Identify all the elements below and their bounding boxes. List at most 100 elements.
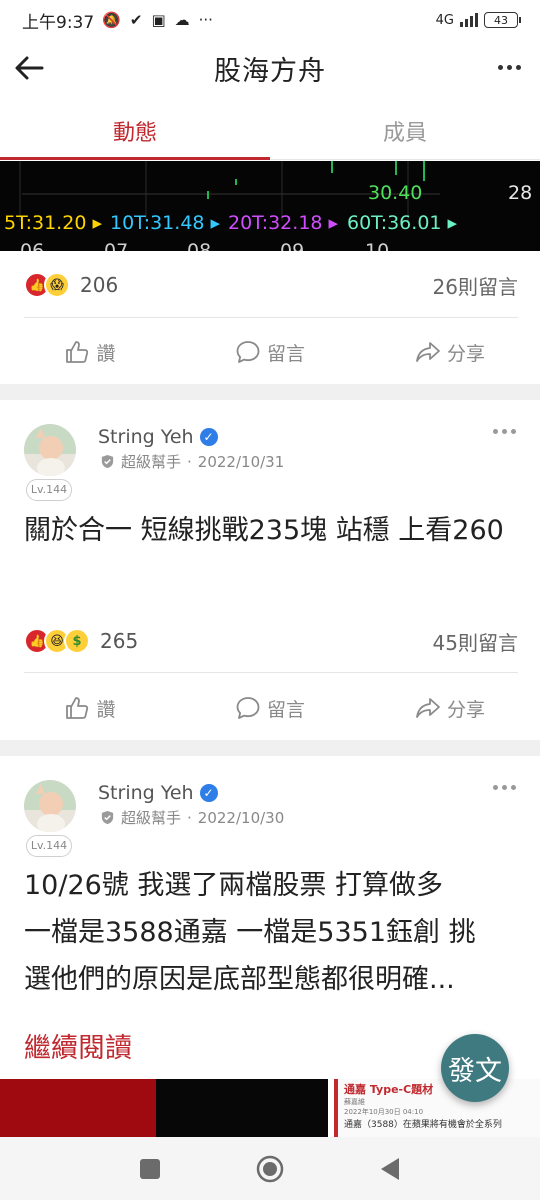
read-more-link[interactable]: 繼續閱讀 (24, 1026, 132, 1065)
author-role: 超級幫手 (121, 453, 182, 471)
post-image-thumbnail[interactable] (0, 1079, 156, 1137)
shocked-reaction-icon: 😱 (44, 272, 70, 298)
post-meta: 超級幫手 · 2022/10/30 (100, 807, 284, 828)
post-separator (0, 740, 540, 756)
author-name-row[interactable]: String Yeh ✓ (98, 782, 218, 804)
network-type: 4G (435, 12, 454, 28)
comment-button[interactable]: 留言 (180, 327, 360, 377)
moving-average-label: 20T:32.18 ▸ (228, 212, 339, 234)
post-date: 2022/10/30 (197, 808, 285, 827)
like-label: 讚 (96, 342, 116, 365)
page-title: 股海方舟 (214, 55, 326, 87)
author-name[interactable]: String Yeh (98, 426, 194, 448)
post-body-line: 一檔是3588通嘉 一檔是5351鈺創 挑 (24, 917, 476, 948)
like-button[interactable]: 讚 (0, 683, 180, 733)
divider (24, 672, 518, 673)
battery-level: 43 (494, 13, 508, 27)
reaction-count: 206 (80, 273, 119, 297)
share-arrow-icon (416, 698, 440, 718)
share-button[interactable]: 分享 (360, 327, 540, 377)
tab-feed[interactable]: 動態 (0, 110, 270, 160)
author-avatar[interactable] (24, 780, 76, 832)
check-icon: ✔ (129, 11, 143, 29)
meta-separator: · (187, 808, 192, 827)
post-more-button[interactable] (493, 429, 516, 434)
chart-axis-label: 28 (508, 182, 532, 204)
back-nav-button[interactable] (370, 1149, 410, 1189)
share-arrow-icon (416, 342, 440, 362)
comment-bubble-icon (236, 341, 260, 363)
status-bar: 上午9:37 🔕 ✔ ▣ ☁ ··· 4G 43 (0, 0, 540, 40)
post-more-button[interactable] (493, 785, 516, 790)
article-date: 2022年10月30日 04:10 (344, 1108, 424, 1116)
reaction-count: 265 (100, 629, 139, 653)
post-image-stock-chart[interactable]: 30.40 28 5T:31.20 ▸ 10T:31.48 ▸ 20T:32.18 … (0, 161, 540, 251)
author-role: 超級幫手 (121, 809, 182, 827)
level-badge: Lv.144 (26, 835, 72, 857)
status-notification-icons: 🔕 ✔ ▣ ☁ ··· (102, 11, 213, 29)
moving-average-label: 10T:31.48 ▸ (110, 212, 221, 234)
tab-members[interactable]: 成員 (270, 110, 540, 159)
post-2-reactions[interactable]: 👍 😆 $ 265 45則留言 (24, 621, 518, 661)
thumbs-up-icon (66, 341, 89, 363)
article-title: 通嘉 Type-C題材 (344, 1083, 434, 1096)
comment-count[interactable]: 26則留言 (433, 271, 518, 300)
more-options-button[interactable] (494, 52, 524, 82)
arrow-left-icon (15, 56, 44, 80)
share-button[interactable]: 分享 (360, 683, 540, 733)
comment-button[interactable]: 留言 (180, 683, 360, 733)
home-button[interactable] (250, 1149, 290, 1189)
author-name-row[interactable]: String Yeh ✓ (98, 426, 218, 448)
thumbs-up-icon (66, 697, 89, 719)
signal-icon (460, 13, 478, 27)
shield-icon (101, 810, 114, 825)
home-circle-icon (256, 1155, 284, 1182)
moving-average-legend: 5T:31.20 ▸ 10T:31.48 ▸ 20T:32.18 ▸ 60T:36.0… (4, 212, 458, 234)
square-icon (140, 1158, 160, 1179)
mute-icon: 🔕 (102, 11, 121, 29)
article-author: 蘇嘉維 (344, 1098, 365, 1106)
back-button[interactable] (12, 50, 48, 86)
status-right: 4G 43 (435, 12, 521, 28)
post-image-thumbnail[interactable] (156, 1079, 328, 1137)
post-date: 2022/10/31 (197, 452, 285, 471)
triangle-back-icon (381, 1157, 399, 1180)
system-nav-bar (0, 1137, 540, 1200)
chart-date-label: 10 (365, 240, 389, 251)
like-button[interactable]: 讚 (0, 327, 180, 377)
share-label: 分享 (446, 698, 485, 721)
level-badge: Lv.144 (26, 479, 72, 501)
moving-average-label: 5T:31.20 ▸ (4, 212, 102, 234)
new-post-button[interactable]: 發文 (441, 1034, 509, 1102)
share-label: 分享 (446, 342, 485, 365)
overflow-dots-icon: ··· (198, 11, 213, 29)
post-1-reactions[interactable]: 👍 😱 206 26則留言 (24, 265, 518, 305)
chart-date-label: 06 (20, 240, 44, 251)
post-body[interactable]: 10/26號 我選了兩檔股票 打算做多 一檔是3588通嘉 一檔是5351鈺創 … (24, 862, 524, 1003)
article-body: 通嘉（3588）在蘋果將有機會於全系列 (344, 1120, 502, 1130)
battery-icon: 43 (484, 12, 521, 28)
post-image-article[interactable]: 通嘉 Type-C題材 蘇嘉維 2022年10月30日 04:10 通嘉（358… (334, 1079, 540, 1137)
chart-price-label: 30.40 (368, 182, 422, 204)
verified-badge-icon: ✓ (199, 428, 218, 446)
comment-count[interactable]: 45則留言 (433, 627, 518, 656)
chart-date-label: 09 (280, 240, 304, 251)
shield-icon (101, 454, 114, 469)
divider (24, 317, 518, 318)
chart-date-label: 08 (187, 240, 211, 251)
comment-label: 留言 (266, 698, 305, 721)
post-body[interactable]: 關於合一 短線挑戰235塊 站穩 上看260 (24, 507, 524, 554)
meta-separator: · (187, 452, 192, 471)
moving-average-label: 60T:36.01 ▸ (347, 212, 458, 234)
more-horizontal-icon (493, 429, 498, 434)
author-avatar[interactable] (24, 424, 76, 476)
verified-badge-icon: ✓ (199, 784, 218, 802)
post-meta: 超級幫手 · 2022/10/31 (100, 451, 284, 472)
recents-button[interactable] (130, 1149, 170, 1189)
comment-bubble-icon (236, 697, 260, 719)
comment-label: 留言 (266, 342, 305, 365)
post-1-actions: 讚 留言 分享 (0, 327, 540, 377)
message-icon: ▣ (151, 11, 166, 29)
post-body-line: 10/26號 我選了兩檔股票 打算做多 (24, 870, 443, 901)
author-name[interactable]: String Yeh (98, 782, 194, 804)
